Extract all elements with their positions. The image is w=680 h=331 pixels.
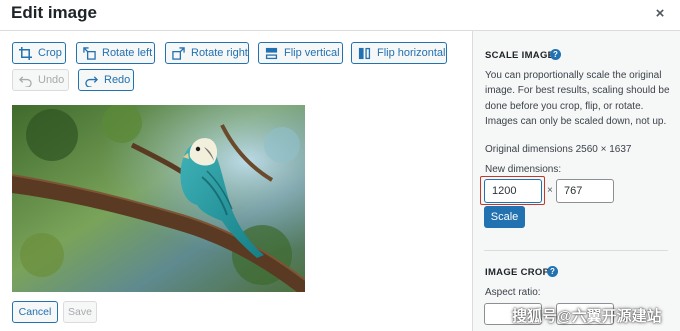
redo-button[interactable]: Redo: [78, 69, 134, 91]
modal-header: Edit image ×: [0, 0, 680, 31]
crop-button[interactable]: Crop: [12, 42, 66, 64]
rotate-left-button-label: Rotate left: [102, 47, 153, 59]
scale-help-icon[interactable]: ?: [550, 49, 561, 60]
flip-vertical-button-label: Flip vertical: [284, 47, 340, 59]
undo-icon: [19, 73, 32, 87]
scale-image-heading: SCALE IMAGE: [485, 50, 555, 61]
watermark-text: 搜狐号@六翼开源建站: [512, 308, 662, 325]
modal-title: Edit image: [11, 3, 97, 22]
image-crop-heading: IMAGE CROP: [485, 267, 550, 278]
flip-horizontal-button[interactable]: Flip horizontal: [351, 42, 447, 64]
sidebar-divider: [484, 250, 668, 251]
undo-button[interactable]: Undo: [12, 69, 69, 91]
times-separator: ×: [547, 185, 553, 196]
original-dimensions: Original dimensions 2560 × 1637: [485, 144, 632, 155]
redo-icon: [85, 73, 98, 87]
scale-description: You can proportionally scale the origina…: [485, 70, 670, 127]
crop-button-label: Crop: [38, 47, 62, 59]
close-icon[interactable]: ×: [650, 5, 670, 25]
cancel-button[interactable]: Cancel: [12, 301, 58, 323]
scale-width-input[interactable]: 1200: [484, 179, 542, 203]
rotate-left-icon: [83, 46, 96, 60]
parakeet-photo: [12, 105, 305, 292]
flip-vertical-button[interactable]: Flip vertical: [258, 42, 343, 64]
scale-height-input[interactable]: 767: [556, 179, 614, 203]
flip-horizontal-icon: [358, 46, 371, 60]
new-dimensions-label: New dimensions:: [485, 164, 562, 175]
undo-button-label: Undo: [38, 74, 65, 86]
aspect-ratio-label: Aspect ratio:: [485, 287, 541, 298]
save-button[interactable]: Save: [63, 301, 97, 323]
redo-button-label: Redo: [104, 74, 131, 86]
rotate-right-button[interactable]: Rotate right: [165, 42, 249, 64]
rotate-right-icon: [172, 46, 185, 60]
crop-help-icon[interactable]: ?: [547, 266, 558, 277]
scale-button[interactable]: Scale: [484, 206, 525, 228]
flip-horizontal-button-label: Flip horizontal: [377, 47, 446, 59]
flip-vertical-icon: [265, 46, 278, 60]
crop-icon: [19, 46, 32, 60]
rotate-right-button-label: Rotate right: [191, 47, 248, 59]
image-preview[interactable]: [12, 105, 305, 292]
rotate-left-button[interactable]: Rotate left: [76, 42, 155, 64]
